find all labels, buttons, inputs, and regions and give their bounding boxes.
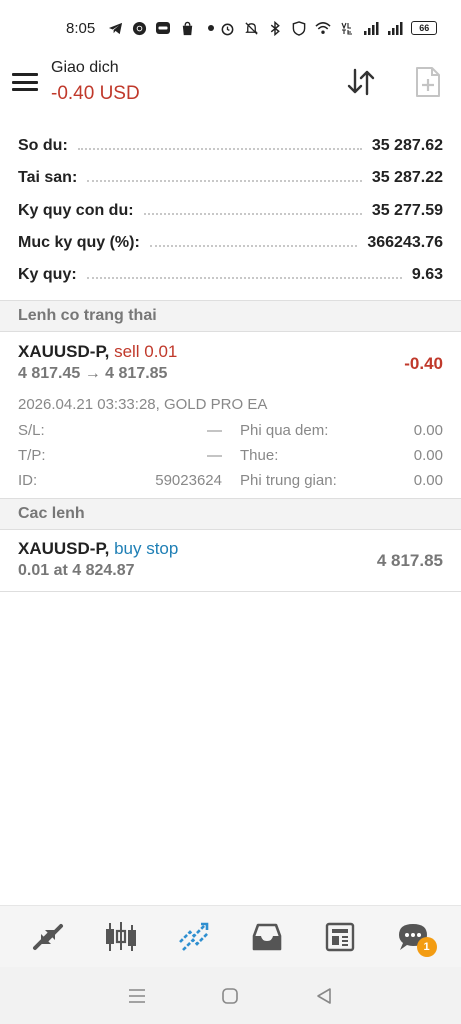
tax-value: 0.00: [413, 447, 443, 464]
summary-label: Muc ky quy (%):: [18, 234, 140, 252]
position-side: sell 0.01: [114, 342, 178, 361]
nav-trade[interactable]: [170, 913, 218, 961]
summary-label: So du:: [18, 137, 68, 155]
section-header-orders: Cac lenh: [0, 498, 461, 530]
status-time: 8:05: [66, 19, 96, 37]
news-icon: [325, 922, 354, 951]
zalo-icon: [155, 20, 171, 36]
summary-row-balance: So du: 35 287.62: [0, 130, 461, 162]
recents-button[interactable]: [122, 981, 152, 1011]
chat-badge: 1: [416, 936, 437, 957]
wifi-icon: [315, 20, 331, 36]
system-nav-bar: [0, 967, 461, 1024]
status-left-icons: [107, 20, 219, 36]
status-bar: 8:05 66: [0, 0, 461, 56]
position-symbol: XAUUSD-P,: [18, 342, 110, 361]
sort-button[interactable]: [345, 66, 377, 98]
summary-value: 35 287.22: [371, 169, 443, 187]
account-summary: So du: 35 287.62 Tai san: 35 287.22 Ky q…: [0, 130, 461, 291]
new-document-icon: [416, 67, 440, 97]
menu-lines-icon: [128, 988, 145, 1003]
dotted-leader: [86, 277, 402, 280]
new-order-button[interactable]: [413, 66, 443, 98]
nav-history[interactable]: [243, 913, 291, 961]
dotted-leader: [87, 180, 362, 183]
summary-row-free-margin: Ky quy con du: 35 277.59: [0, 195, 461, 227]
order-title: XAUUSD-P, buy stop: [18, 539, 178, 559]
summary-label: Ky quy con du:: [18, 201, 134, 219]
trade-icon: [179, 922, 209, 951]
bluetooth-icon: [267, 20, 283, 36]
home-button[interactable]: [215, 981, 245, 1011]
detail-row-tp: T/P: — Thue: 0.00: [18, 447, 443, 472]
order-row[interactable]: XAUUSD-P, buy stop 0.01 at 4 824.87 4 81…: [0, 530, 461, 592]
signal-icon: [387, 20, 403, 36]
sl-value: —: [207, 422, 222, 439]
tp-value: —: [207, 447, 222, 464]
summary-label: Ky quy:: [18, 266, 77, 284]
position-profit: -0.40: [404, 354, 443, 373]
order-current-price: 4 817.85: [376, 551, 443, 570]
tp-label: T/P:: [18, 447, 46, 464]
shield-icon: [291, 20, 307, 36]
summary-row-margin: Ky quy: 9.63: [0, 259, 461, 291]
menu-icon: [12, 73, 38, 76]
volte-icon: [339, 20, 355, 36]
summary-row-margin-level: Muc ky quy (%): 366243.76: [0, 227, 461, 259]
summary-value: 9.63: [411, 266, 443, 284]
menu-button[interactable]: [12, 70, 38, 94]
home-square-icon: [222, 987, 239, 1004]
back-triangle-icon: [317, 987, 331, 1004]
history-icon: [252, 923, 282, 950]
quotes-icon: [33, 923, 64, 950]
id-label: ID:: [18, 472, 38, 489]
dotted-leader: [77, 148, 362, 151]
nav-quotes[interactable]: [24, 913, 72, 961]
detail-row-sl: S/L: — Phi qua dem: 0.00: [18, 422, 443, 447]
order-type: buy stop: [114, 539, 179, 558]
dotted-leader: [149, 245, 358, 248]
sl-label: S/L:: [18, 422, 45, 439]
detail-row-id: ID: 59023624 Phi trung gian: 0.00: [18, 472, 443, 497]
mute-icon: [243, 20, 259, 36]
chrome-icon: [131, 20, 147, 36]
commission-value: 0.00: [413, 472, 443, 489]
section-header-positions: Lenh co trang thai: [0, 300, 461, 332]
signal-icon: [363, 20, 379, 36]
app-header: Giao dich -0.40 USD: [0, 56, 461, 116]
back-button[interactable]: [309, 981, 339, 1011]
commission-label: Phi trung gian:: [240, 472, 337, 489]
summary-value: 35 277.59: [371, 201, 443, 219]
swap-label: Phi qua dem:: [240, 422, 329, 439]
chart-icon: [106, 921, 137, 951]
shopee-icon: [179, 20, 195, 36]
position-row[interactable]: XAUUSD-P, sell 0.01 4 817.45 → 4 817.85 …: [0, 334, 461, 498]
summary-value: 35 287.62: [371, 137, 443, 155]
dot-icon: [203, 20, 219, 36]
status-right-icons: 66: [219, 20, 438, 36]
id-value: 59023624: [155, 472, 222, 489]
header-profit: -0.40 USD: [51, 83, 140, 104]
position-time-ea: 2026.04.21 03:33:28, GOLD PRO EA: [18, 396, 268, 413]
page-title: Giao dich: [51, 59, 119, 76]
nav-chat[interactable]: 1: [389, 913, 437, 961]
sort-icon: [347, 68, 375, 96]
battery-indicator: 66: [411, 21, 438, 35]
alarm-icon: [219, 20, 235, 36]
position-title: XAUUSD-P, sell 0.01: [18, 342, 177, 362]
position-prices: 4 817.45 → 4 817.85: [18, 365, 168, 382]
summary-label: Tai san:: [18, 169, 78, 187]
order-volume-price: 0.01 at 4 824.87: [18, 562, 135, 579]
swap-value: 0.00: [413, 422, 443, 439]
order-symbol: XAUUSD-P,: [18, 539, 110, 558]
bottom-nav: 1: [0, 905, 461, 967]
summary-value: 366243.76: [367, 234, 443, 252]
nav-chart[interactable]: [97, 913, 145, 961]
tax-label: Thue:: [240, 447, 279, 464]
telegram-icon: [107, 20, 123, 36]
dotted-leader: [143, 212, 362, 215]
summary-row-equity: Tai san: 35 287.22: [0, 162, 461, 194]
nav-news[interactable]: [316, 913, 364, 961]
